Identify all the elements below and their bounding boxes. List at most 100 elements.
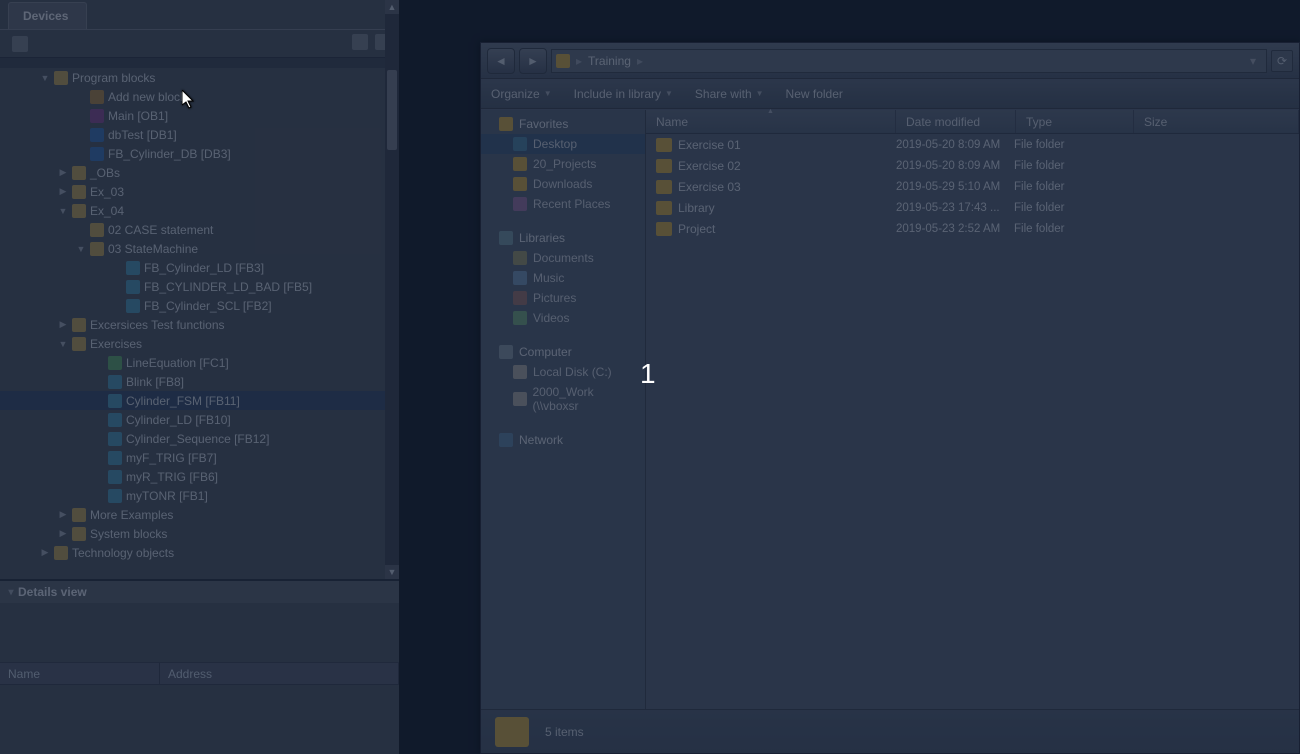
tree-item-label: 03 StateMachine — [108, 242, 198, 256]
details-title: Details view — [18, 585, 87, 599]
nav-local-disk[interactable]: Local Disk (C:) — [481, 362, 645, 382]
tree-twist-icon[interactable]: ▼ — [76, 244, 86, 254]
tree-node[interactable]: ▶Technology objects — [0, 543, 385, 562]
tree-twist-icon[interactable]: ▶ — [58, 319, 68, 330]
nav-documents[interactable]: Documents — [481, 248, 645, 268]
col-type[interactable]: Type — [1016, 110, 1134, 133]
tree-item-label: System blocks — [90, 527, 167, 541]
tab-devices[interactable]: Devices — [8, 2, 87, 29]
tree-twist-icon[interactable]: ▼ — [58, 206, 68, 216]
folder-icon — [513, 157, 527, 171]
file-date: 2019-05-20 8:09 AM — [896, 160, 1014, 172]
nav-downloads[interactable]: Downloads — [481, 174, 645, 194]
share-with-button[interactable]: Share with▼ — [695, 87, 764, 101]
toolbar-icon-list[interactable] — [352, 34, 368, 50]
tree-item-label: FB_Cylinder_DB [DB3] — [108, 147, 231, 161]
network-group[interactable]: Network — [481, 430, 645, 450]
tree-node[interactable]: myF_TRIG [FB7] — [0, 448, 385, 467]
col-size[interactable]: Size — [1134, 110, 1299, 133]
nav-20-projects[interactable]: 20_Projects — [481, 154, 645, 174]
tree-item-icon — [108, 470, 122, 484]
folder-large-icon — [495, 717, 529, 747]
tree-node[interactable]: FB_Cylinder_SCL [FB2] — [0, 296, 385, 315]
col-date[interactable]: Date modified — [896, 110, 1016, 133]
tree-node[interactable]: ▶ System blocks — [0, 524, 385, 543]
nav-music[interactable]: Music — [481, 268, 645, 288]
column-headers: Name Date modified Type Size — [646, 110, 1299, 134]
tree-node[interactable]: ▼Ex_04 — [0, 201, 385, 220]
network-drive-icon — [513, 392, 527, 406]
tree-twist-icon[interactable]: ▶ — [58, 186, 68, 197]
tree-item-icon — [90, 147, 104, 161]
folder-icon — [513, 177, 527, 191]
file-row[interactable]: Library2019-05-23 17:43 ...File folder — [646, 197, 1299, 218]
tree-node[interactable]: ▶Excersices Test functions — [0, 315, 385, 334]
libraries-group[interactable]: Libraries — [481, 228, 645, 248]
nav-pictures[interactable]: Pictures — [481, 288, 645, 308]
breadcrumb[interactable]: ▸ Training ▸ ▾ — [551, 49, 1267, 73]
tree-node[interactable]: ▼ 03 StateMachine — [0, 239, 385, 258]
tree-node[interactable]: Blink [FB8] — [0, 372, 385, 391]
file-list-pane[interactable]: Name Date modified Type Size Exercise 01… — [646, 110, 1299, 709]
toolbar-icon-left[interactable] — [12, 36, 28, 52]
tree-node[interactable]: dbTest [DB1] — [0, 125, 385, 144]
scroll-thumb[interactable] — [387, 70, 397, 150]
tree-node[interactable]: FB_Cylinder_LD [FB3] — [0, 258, 385, 277]
tree-twist-icon[interactable]: ▼ — [58, 339, 68, 349]
tree-twist-icon[interactable]: ▶ — [58, 167, 68, 178]
organize-button[interactable]: Organize▼ — [491, 87, 552, 101]
file-name: Exercise 03 — [678, 180, 896, 194]
nav-videos[interactable]: Videos — [481, 308, 645, 328]
explorer-nav-bar: ◄ ► ▸ Training ▸ ▾ ⟳ — [481, 43, 1299, 79]
col-name[interactable]: Name — [646, 110, 896, 133]
tree-node[interactable]: ▼Exercises — [0, 334, 385, 353]
tree-twist-icon[interactable]: ▼ — [40, 73, 50, 83]
scroll-down-icon[interactable]: ▼ — [385, 565, 399, 579]
back-button[interactable]: ◄ — [487, 48, 515, 74]
tree-scrollbar[interactable]: ▲ ▼ — [385, 0, 399, 579]
col-name[interactable]: Name — [0, 663, 160, 684]
tree-node[interactable]: Cylinder_Sequence [FB12] — [0, 429, 385, 448]
nav-desktop[interactable]: Desktop — [481, 134, 645, 154]
project-tree[interactable]: ▼Program blocksAdd new blockMain [OB1]db… — [0, 68, 385, 579]
tree-item-icon — [72, 508, 86, 522]
computer-group[interactable]: Computer — [481, 342, 645, 362]
tree-node[interactable]: 02 CASE statement — [0, 220, 385, 239]
tree-node[interactable]: FB_Cylinder_DB [DB3] — [0, 144, 385, 163]
tree-node[interactable]: ▼Program blocks — [0, 68, 385, 87]
tree-node[interactable]: ▶_OBs — [0, 163, 385, 182]
forward-button[interactable]: ► — [519, 48, 547, 74]
include-in-library-button[interactable]: Include in library▼ — [574, 87, 673, 101]
scroll-up-icon[interactable]: ▲ — [385, 0, 399, 14]
tree-item-label: myTONR [FB1] — [126, 489, 208, 503]
file-row[interactable]: Exercise 022019-05-20 8:09 AMFile folder — [646, 155, 1299, 176]
explorer-command-bar: Organize▼ Include in library▼ Share with… — [481, 79, 1299, 109]
favorites-group[interactable]: Favorites — [481, 114, 645, 134]
tree-node[interactable]: LineEquation [FC1] — [0, 353, 385, 372]
tree-twist-icon[interactable]: ▶ — [40, 547, 50, 558]
tree-node[interactable]: ▶More Examples — [0, 505, 385, 524]
tree-node[interactable]: myR_TRIG [FB6] — [0, 467, 385, 486]
breadcrumb-dropdown-icon[interactable]: ▾ — [1244, 54, 1262, 68]
tree-node[interactable]: FB_CYLINDER_LD_BAD [FB5] — [0, 277, 385, 296]
breadcrumb-item[interactable]: Training — [588, 54, 631, 68]
file-row[interactable]: Exercise 032019-05-29 5:10 AMFile folder — [646, 176, 1299, 197]
computer-icon — [499, 345, 513, 359]
col-address[interactable]: Address — [160, 663, 399, 684]
tree-node[interactable]: Cylinder_LD [FB10] — [0, 410, 385, 429]
navigation-pane[interactable]: Favorites Desktop 20_Projects Downloads … — [481, 110, 646, 709]
pictures-icon — [513, 291, 527, 305]
details-header[interactable]: ▾ Details view — [0, 581, 399, 603]
file-row[interactable]: Project2019-05-23 2:52 AMFile folder — [646, 218, 1299, 239]
nav-network-drive[interactable]: 2000_Work (\\vboxsr — [481, 382, 645, 416]
file-row[interactable]: Exercise 012019-05-20 8:09 AMFile folder — [646, 134, 1299, 155]
new-folder-button[interactable]: New folder — [786, 87, 843, 101]
tree-twist-icon[interactable]: ▶ — [58, 528, 68, 539]
tree-twist-icon[interactable]: ▶ — [58, 509, 68, 520]
refresh-button[interactable]: ⟳ — [1271, 50, 1293, 72]
nav-recent-places[interactable]: Recent Places — [481, 194, 645, 214]
tree-node[interactable]: ▶Ex_03 — [0, 182, 385, 201]
tree-node[interactable]: Cylinder_FSM [FB11] — [0, 391, 385, 410]
tree-node[interactable]: myTONR [FB1] — [0, 486, 385, 505]
tree-item-icon — [90, 223, 104, 237]
